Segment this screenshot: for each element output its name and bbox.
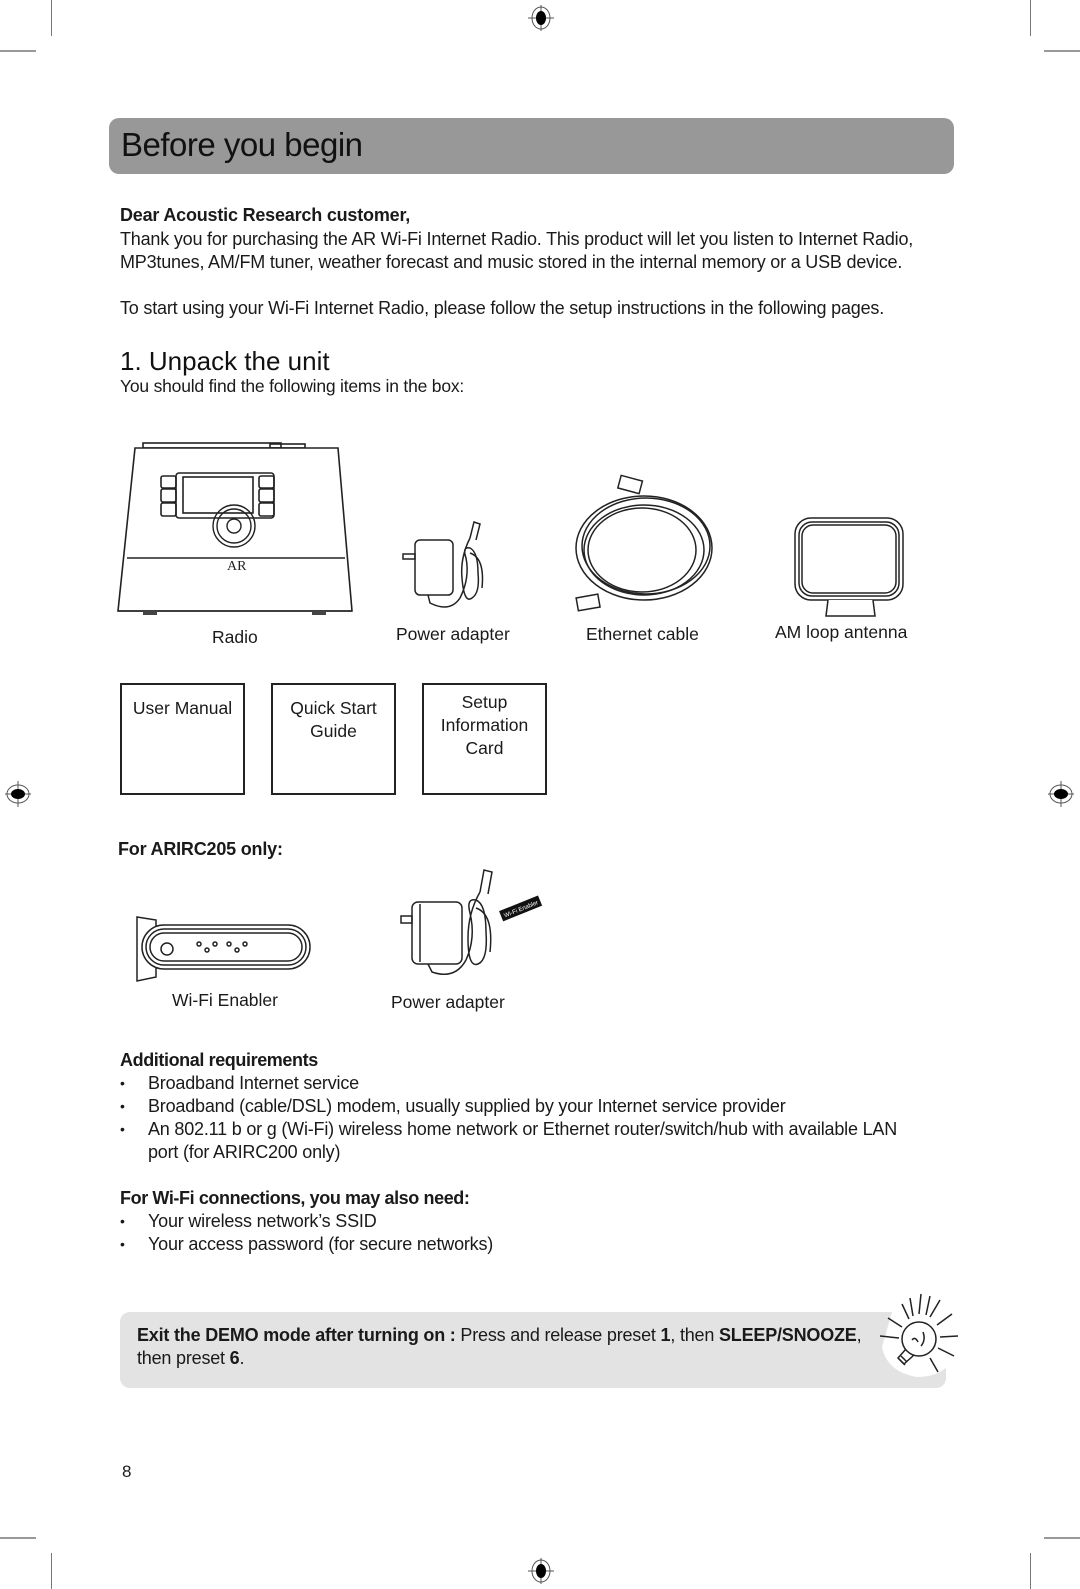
crop-mark [0,1537,36,1539]
document-label: Guide [310,721,357,741]
registration-mark-icon [1048,781,1074,807]
crop-mark [1044,1537,1080,1539]
page-title: Before you begin [121,126,363,163]
document-label: Card [465,738,504,758]
list-item-continuation: port (for ARIRC200 only) [148,1142,341,1162]
greeting: Dear Acoustic Research customer, [120,205,411,225]
page-title-bar: Before you begin [109,118,954,174]
model-only-heading: For ARIRC205 only: [118,839,283,859]
document-label: User Manual [132,698,233,718]
list-item: Your wireless network’s SSID [120,1210,493,1233]
item-caption-ethernet-cable: Ethernet cable [586,624,699,644]
ethernet-cable-illustration [575,474,713,612]
power-adapter-illustration: Wi-Fi Enabler [400,869,543,975]
wifi-enabler-illustration [136,916,311,982]
item-caption-wifi-enabler: Wi-Fi Enabler [172,990,278,1010]
section-subheading: You should find the following items in t… [120,376,465,396]
note-preset-1: 1 [660,1325,671,1345]
note-fragment: , then [670,1325,719,1345]
document-quick-start-guide: Quick Start Guide [271,683,396,795]
note-fragment: Press and release preset [455,1325,661,1345]
item-caption-radio: Radio [212,627,258,647]
list-item: Broadband (cable/DSL) modem, usually sup… [120,1095,897,1118]
crop-mark [0,50,36,52]
note-fragment: . [239,1348,245,1368]
registration-mark-icon [5,781,31,807]
am-loop-antenna-illustration [794,517,904,617]
note-text: Exit the DEMO mode after turning on : Pr… [137,1324,897,1370]
item-caption-power-adapter: Power adapter [396,624,510,644]
crop-mark [1030,1553,1031,1589]
requirements-list: Broadband Internet service Broadband (ca… [120,1072,897,1141]
wifi-needs-heading: For Wi-Fi connections, you may also need… [120,1188,470,1208]
item-caption-am-loop-antenna: AM loop antenna [775,622,908,642]
crop-mark [51,0,52,36]
intro-line-2: MP3tunes, AM/FM tuner, weather forecast … [120,252,903,272]
lightbulb-icon [879,1293,959,1377]
note-fragment: , [856,1325,862,1345]
crop-mark [1044,50,1080,52]
note-sleep-snooze: SLEEP/SNOOZE [718,1325,857,1345]
power-adapter-illustration [402,521,484,608]
document-label: Quick Start [290,698,377,718]
intro-line-3: To start using your Wi-Fi Internet Radio… [120,298,884,318]
note-lead: Exit the DEMO mode after turning on : [137,1325,456,1345]
radio-illustration: AR [117,442,353,615]
document-label: Information [440,715,529,735]
document-user-manual: User Manual [120,683,245,795]
document-setup-information-card: Setup Information Card [422,683,547,795]
item-caption-power-adapter-2: Power adapter [391,992,505,1012]
registration-mark-icon [528,5,554,31]
section-heading: 1. Unpack the unit [120,346,330,376]
crop-mark [51,1553,52,1589]
demo-mode-note: Exit the DEMO mode after turning on : Pr… [120,1312,946,1388]
document-label: Setup [461,692,508,712]
list-item: Your access password (for secure network… [120,1233,493,1256]
list-item: An 802.11 b or g (Wi-Fi) wireless home n… [120,1118,897,1141]
wifi-needs-list: Your wireless network’s SSID Your access… [120,1210,493,1256]
svg-text:AR: AR [227,559,247,574]
page-number: 8 [122,1462,132,1481]
note-fragment: then preset [137,1348,230,1368]
intro-line-1: Thank you for purchasing the AR Wi-Fi In… [120,229,914,249]
crop-mark [1030,0,1031,36]
registration-mark-icon [528,1558,554,1584]
list-item: Broadband Internet service [120,1072,897,1095]
requirements-heading: Additional requirements [120,1050,318,1070]
note-preset-6: 6 [229,1348,240,1368]
